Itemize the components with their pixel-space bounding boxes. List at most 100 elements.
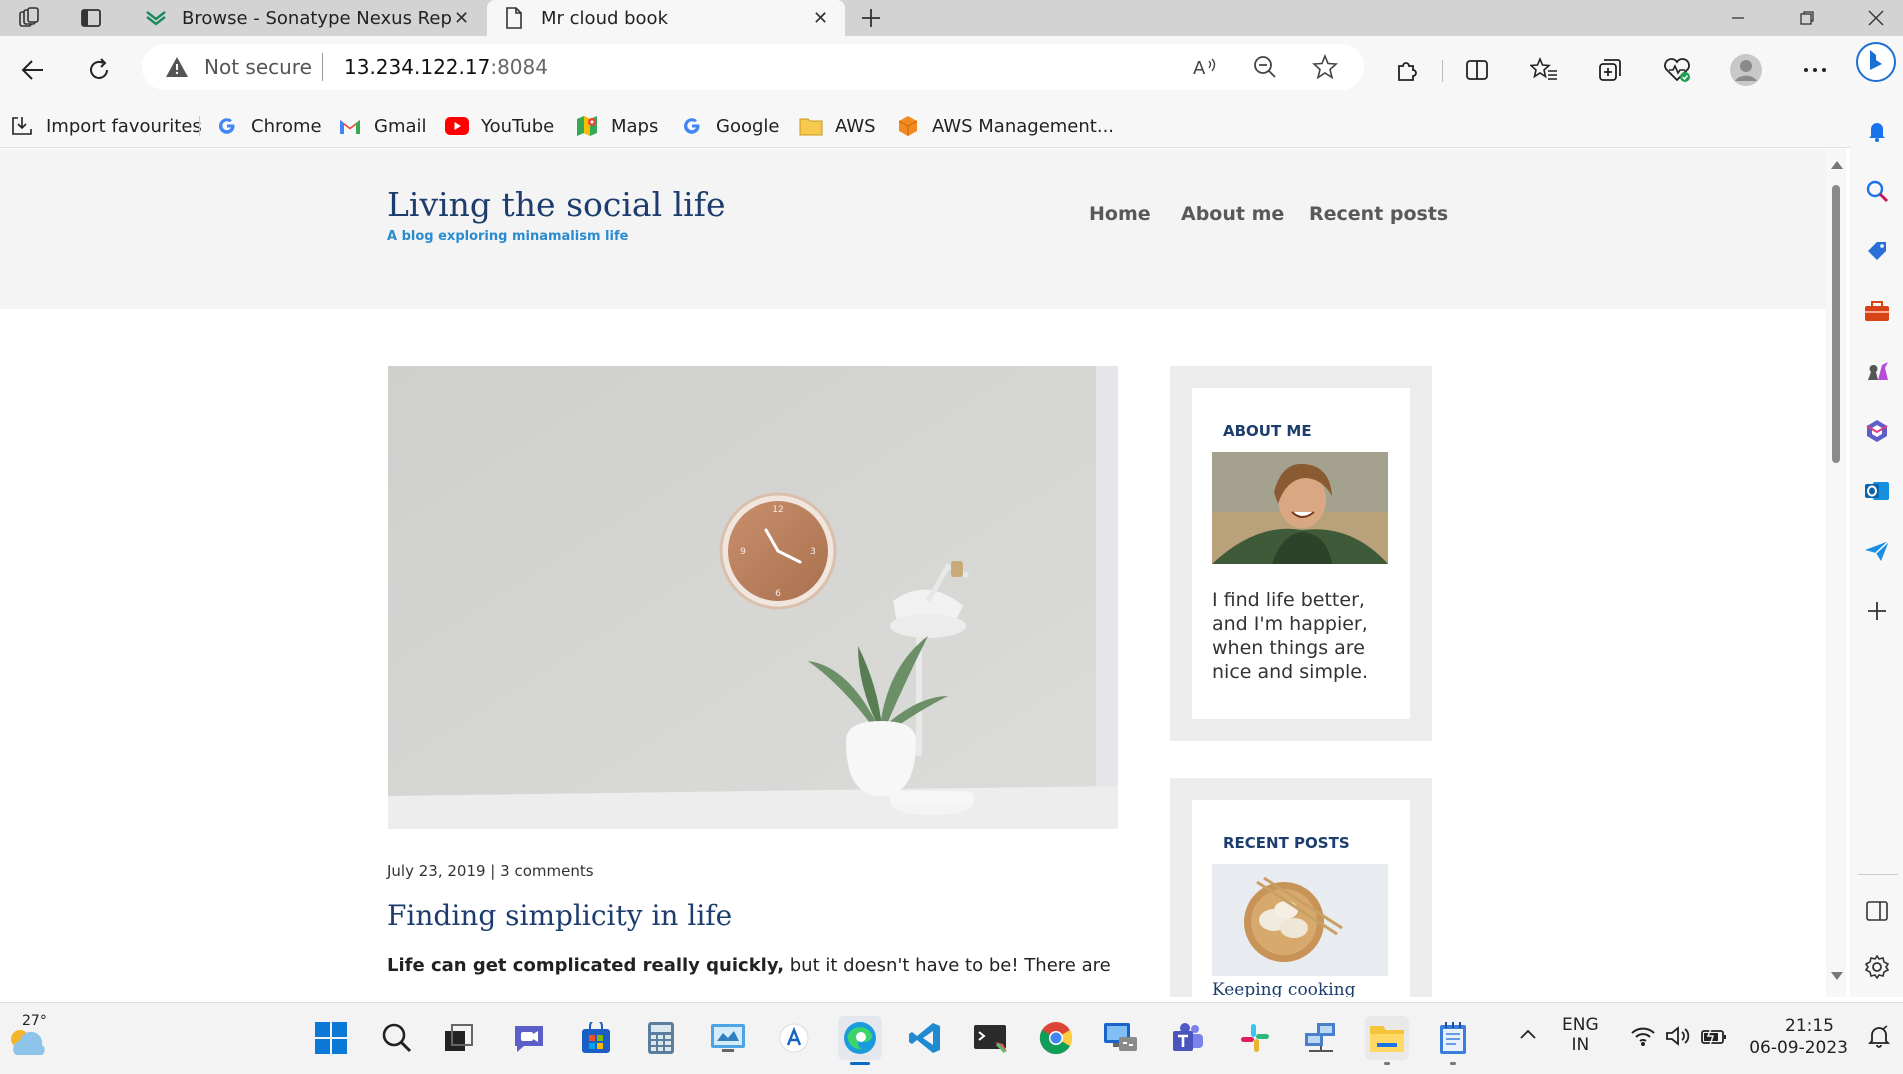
address-divider bbox=[322, 53, 323, 81]
notepad-icon[interactable] bbox=[1431, 1016, 1475, 1065]
scroll-up-icon[interactable] bbox=[1831, 161, 1843, 169]
url-host: 13.234.122.17 bbox=[344, 55, 491, 79]
teams-chat-icon[interactable] bbox=[507, 1016, 551, 1060]
outlook-icon[interactable] bbox=[1862, 476, 1892, 506]
games-icon[interactable] bbox=[1862, 356, 1892, 386]
teams-icon[interactable] bbox=[1166, 1016, 1210, 1060]
minimize-icon[interactable] bbox=[1718, 4, 1758, 32]
svg-text:A: A bbox=[1193, 58, 1206, 79]
file-explorer-icon[interactable] bbox=[1365, 1016, 1409, 1065]
chrome-icon[interactable] bbox=[1034, 1016, 1078, 1060]
favorite-star-icon[interactable] bbox=[1312, 53, 1338, 84]
more-options-icon[interactable] bbox=[1797, 52, 1833, 88]
task-view-icon[interactable] bbox=[437, 1016, 481, 1060]
running-app-indicator bbox=[1384, 1062, 1390, 1065]
show-hidden-icons-icon[interactable] bbox=[1518, 1025, 1538, 1049]
clock-time: 21:15 bbox=[1785, 1016, 1834, 1036]
microsoft-365-icon[interactable] bbox=[1862, 416, 1892, 446]
tools-icon[interactable] bbox=[1862, 296, 1892, 326]
profile-avatar[interactable] bbox=[1728, 52, 1764, 88]
address-bar[interactable]: Not secure 13.234.122.17:8084 A bbox=[142, 44, 1364, 90]
running-app-indicator bbox=[1450, 1062, 1456, 1065]
hide-sidebar-icon[interactable] bbox=[1862, 896, 1892, 926]
tab-mr-cloud-book[interactable]: Mr cloud book ✕ bbox=[487, 0, 845, 36]
close-window-icon[interactable] bbox=[1856, 4, 1896, 32]
favourite-gmail[interactable]: Gmail bbox=[338, 112, 427, 140]
network-app-icon[interactable] bbox=[1299, 1016, 1343, 1060]
favourite-aws-folder[interactable]: AWS bbox=[799, 112, 876, 140]
calculator-icon[interactable] bbox=[639, 1016, 683, 1060]
favourite-youtube[interactable]: YouTube bbox=[445, 112, 554, 140]
close-tab-icon[interactable]: ✕ bbox=[813, 8, 828, 29]
warning-icon[interactable] bbox=[165, 56, 189, 82]
refresh-icon[interactable] bbox=[81, 52, 117, 88]
slack-icon[interactable] bbox=[1233, 1016, 1277, 1060]
recent-post-thumbnail[interactable] bbox=[1212, 864, 1388, 976]
url-text[interactable]: 13.234.122.17:8084 bbox=[344, 55, 548, 79]
read-aloud-icon[interactable]: A bbox=[1192, 54, 1218, 84]
restore-icon[interactable] bbox=[1787, 4, 1827, 32]
copilot-icon[interactable] bbox=[1856, 42, 1896, 82]
windows-taskbar: 27° ENG IN 21:15 06-09-2023 bbox=[0, 1002, 1903, 1074]
gmail-icon bbox=[338, 114, 362, 138]
notifications-icon[interactable] bbox=[1862, 116, 1892, 146]
vscode-icon[interactable] bbox=[903, 1016, 947, 1060]
volume-icon[interactable] bbox=[1665, 1025, 1691, 1051]
shopping-icon[interactable] bbox=[1862, 236, 1892, 266]
control-panel-icon[interactable] bbox=[706, 1016, 750, 1060]
workspaces-icon[interactable] bbox=[16, 5, 42, 31]
extensions-icon[interactable] bbox=[1389, 52, 1425, 88]
app-icon[interactable] bbox=[772, 1016, 816, 1060]
scroll-down-icon[interactable] bbox=[1831, 972, 1843, 980]
clock[interactable]: 21:15 06-09-2023 bbox=[1748, 1015, 1848, 1059]
favourite-chrome[interactable]: Chrome bbox=[215, 112, 322, 140]
search-icon[interactable] bbox=[1862, 176, 1892, 206]
favourite-aws-management[interactable]: AWS Management... bbox=[896, 112, 1114, 140]
favorites-icon[interactable] bbox=[1526, 52, 1562, 88]
weather-widget[interactable]: 27° bbox=[6, 1013, 54, 1063]
page-scrollbar[interactable] bbox=[1826, 149, 1846, 997]
aws-icon bbox=[896, 114, 920, 138]
sidebar-settings-icon[interactable] bbox=[1862, 952, 1892, 982]
favourite-google[interactable]: Google bbox=[680, 112, 779, 140]
post-excerpt: Life can get complicated really quickly,… bbox=[387, 955, 1111, 976]
collections-icon[interactable] bbox=[1592, 52, 1628, 88]
remote-desktop-icon[interactable] bbox=[1099, 1016, 1143, 1060]
tab-actions-icon[interactable] bbox=[78, 5, 104, 31]
start-icon[interactable] bbox=[309, 1016, 353, 1060]
add-sidebar-app-icon[interactable] bbox=[1862, 596, 1892, 626]
edge-taskbar-icon[interactable] bbox=[838, 1016, 882, 1065]
zoom-out-icon[interactable] bbox=[1252, 54, 1278, 84]
nav-home[interactable]: Home bbox=[1089, 203, 1151, 225]
favourite-import[interactable]: Import favourites bbox=[10, 112, 202, 140]
notification-center-icon[interactable] bbox=[1867, 1025, 1891, 1053]
site-title[interactable]: Living the social life bbox=[387, 185, 725, 224]
post-title[interactable]: Finding simplicity in life bbox=[387, 899, 732, 932]
new-tab-icon[interactable] bbox=[858, 5, 884, 31]
search-taskbar-icon[interactable] bbox=[375, 1016, 419, 1060]
terminal-icon[interactable] bbox=[969, 1016, 1013, 1060]
drop-icon[interactable] bbox=[1862, 536, 1892, 566]
split-screen-icon[interactable] bbox=[1459, 52, 1495, 88]
favourite-label: Gmail bbox=[374, 115, 427, 137]
wifi-icon[interactable] bbox=[1630, 1025, 1656, 1051]
recent-post-link[interactable]: Keeping cooking bbox=[1212, 980, 1355, 997]
language-indicator[interactable]: ENG IN bbox=[1562, 1015, 1599, 1055]
security-label[interactable]: Not secure bbox=[204, 55, 312, 79]
battery-icon[interactable] bbox=[1700, 1025, 1728, 1051]
tab-title: Browse - Sonatype Nexus Reposi bbox=[182, 7, 452, 29]
back-icon[interactable] bbox=[15, 52, 51, 88]
browser-essentials-icon[interactable] bbox=[1659, 52, 1695, 88]
microsoft-store-icon[interactable] bbox=[574, 1016, 618, 1060]
post-meta[interactable]: July 23, 2019 | 3 comments bbox=[387, 862, 594, 880]
close-tab-icon[interactable]: ✕ bbox=[454, 8, 469, 29]
favourite-maps[interactable]: Maps bbox=[575, 112, 658, 140]
tab-nexus[interactable]: Browse - Sonatype Nexus Reposi ✕ bbox=[128, 0, 480, 36]
favourite-label: AWS bbox=[835, 115, 876, 137]
nav-about-me[interactable]: About me bbox=[1181, 203, 1284, 225]
scrollbar-thumb[interactable] bbox=[1832, 185, 1840, 463]
post-featured-image[interactable]: 12 3 6 9 bbox=[388, 366, 1118, 829]
about-me-heading: ABOUT ME bbox=[1223, 422, 1312, 440]
about-me-text: I find life better, and I'm happier, whe… bbox=[1212, 589, 1369, 683]
nav-recent-posts[interactable]: Recent posts bbox=[1309, 203, 1448, 225]
